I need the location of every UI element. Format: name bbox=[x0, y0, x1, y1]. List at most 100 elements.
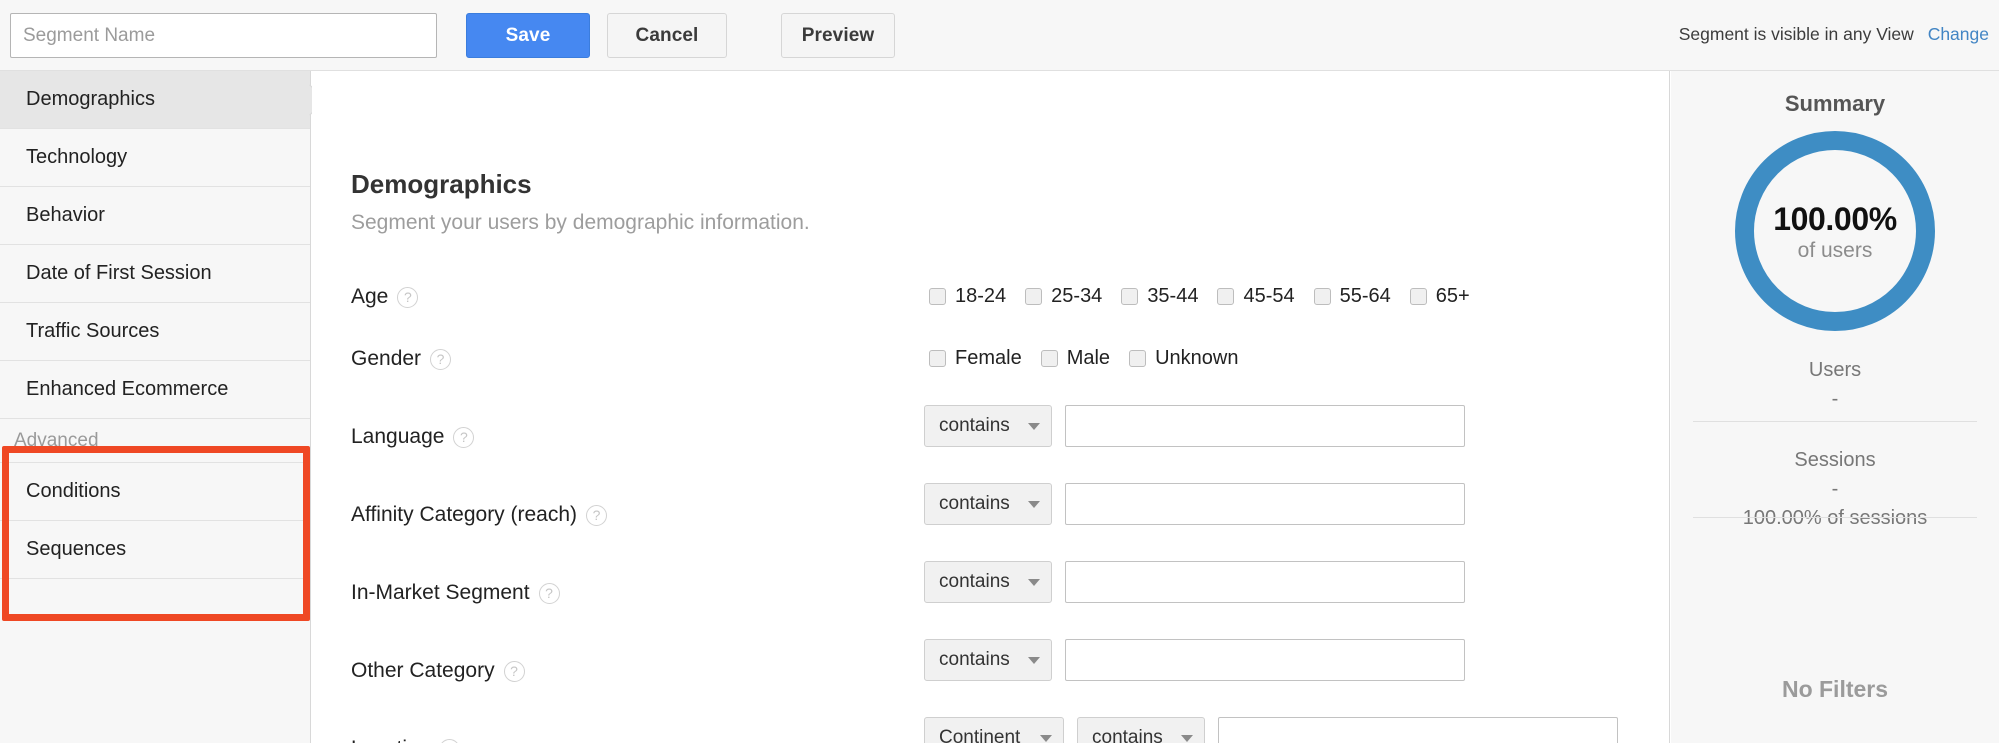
affinity-category-label: Affinity Category (reach) ? bbox=[351, 503, 607, 527]
gender-checkbox-group: Female Male Unknown bbox=[929, 347, 1257, 370]
sidebar-item-enhanced-ecommerce[interactable]: Enhanced Ecommerce bbox=[0, 361, 310, 419]
checkbox-icon[interactable] bbox=[929, 350, 946, 367]
no-filters-label: No Filters bbox=[1671, 676, 1999, 703]
sidebar-empty-space bbox=[0, 579, 310, 739]
visibility-label: Segment is visible in any View bbox=[1679, 24, 1914, 44]
sidebar-item-date-of-first-session[interactable]: Date of First Session bbox=[0, 245, 310, 303]
language-operator-select[interactable]: contains bbox=[924, 405, 1052, 447]
help-icon[interactable]: ? bbox=[504, 661, 525, 682]
age-option-45-54[interactable]: 45-54 bbox=[1217, 285, 1294, 308]
age-checkbox-group: 18-24 25-34 35-44 45-54 55-64 65+ bbox=[929, 285, 1489, 308]
cancel-button[interactable]: Cancel bbox=[607, 13, 727, 58]
checkbox-icon[interactable] bbox=[1410, 288, 1427, 305]
age-option-65-plus[interactable]: 65+ bbox=[1410, 285, 1470, 308]
users-metric: Users - bbox=[1685, 359, 1985, 411]
sidebar-item-sequences[interactable]: Sequences bbox=[0, 521, 310, 579]
other-category-label: Other Category ? bbox=[351, 659, 525, 683]
chevron-down-icon bbox=[1028, 657, 1040, 664]
summary-title: Summary bbox=[1671, 91, 1999, 117]
sessions-metric-percent: 100.00% of sessions bbox=[1685, 507, 1985, 530]
location-value-input[interactable] bbox=[1218, 717, 1618, 743]
sidebar-item-traffic-sources[interactable]: Traffic Sources bbox=[0, 303, 310, 361]
page-subtitle: Segment your users by demographic inform… bbox=[351, 211, 810, 235]
help-icon[interactable]: ? bbox=[430, 349, 451, 370]
segment-visibility-note: Segment is visible in any View Change bbox=[1679, 24, 1989, 45]
segment-category-sidebar: Demographics Technology Behavior Date of… bbox=[0, 71, 311, 743]
language-controls: contains bbox=[924, 405, 1465, 447]
in-market-segment-label: In-Market Segment ? bbox=[351, 581, 560, 605]
save-button[interactable]: Save bbox=[466, 13, 590, 58]
checkbox-icon[interactable] bbox=[1025, 288, 1042, 305]
gender-option-male[interactable]: Male bbox=[1041, 347, 1110, 370]
sidebar-item-behavior[interactable]: Behavior bbox=[0, 187, 310, 245]
gender-option-unknown[interactable]: Unknown bbox=[1129, 347, 1238, 370]
sidebar-item-label: Traffic Sources bbox=[26, 320, 159, 343]
sidebar-item-label: Demographics bbox=[26, 88, 155, 111]
sidebar-item-conditions[interactable]: Conditions bbox=[0, 463, 310, 521]
gender-option-female[interactable]: Female bbox=[929, 347, 1022, 370]
segment-name-input[interactable] bbox=[10, 13, 437, 58]
help-icon[interactable]: ? bbox=[539, 583, 560, 604]
segment-builder: Save Cancel Preview Segment is visible i… bbox=[0, 0, 1999, 743]
checkbox-icon[interactable] bbox=[1217, 288, 1234, 305]
location-operator-select[interactable]: contains bbox=[1077, 717, 1205, 743]
checkbox-icon[interactable] bbox=[1121, 288, 1138, 305]
checkbox-icon[interactable] bbox=[1041, 350, 1058, 367]
checkbox-icon[interactable] bbox=[929, 288, 946, 305]
sidebar-item-technology[interactable]: Technology bbox=[0, 129, 310, 187]
sidebar-item-label: Date of First Session bbox=[26, 262, 212, 285]
other-category-controls: contains bbox=[924, 639, 1465, 681]
summary-divider bbox=[1693, 421, 1977, 422]
checkbox-icon[interactable] bbox=[1129, 350, 1146, 367]
sidebar-item-label: Technology bbox=[26, 146, 127, 169]
sessions-metric-value: - bbox=[1685, 478, 1985, 501]
location-label: Location ? bbox=[351, 737, 460, 743]
chevron-down-icon bbox=[1028, 579, 1040, 586]
chevron-down-icon bbox=[1181, 735, 1193, 742]
users-donut-chart: 100.00% of users bbox=[1735, 131, 1935, 331]
top-toolbar: Save Cancel Preview Segment is visible i… bbox=[0, 0, 1999, 71]
in-market-value-input[interactable] bbox=[1065, 561, 1465, 603]
age-option-25-34[interactable]: 25-34 bbox=[1025, 285, 1102, 308]
language-label: Language ? bbox=[351, 425, 474, 449]
sidebar-item-label: Conditions bbox=[26, 480, 121, 503]
summary-divider bbox=[1693, 517, 1977, 518]
chevron-down-icon bbox=[1028, 423, 1040, 430]
help-icon[interactable]: ? bbox=[439, 739, 460, 743]
in-market-segment-controls: contains bbox=[924, 561, 1465, 603]
users-metric-value: - bbox=[1685, 388, 1985, 411]
location-controls: Continent contains bbox=[924, 717, 1618, 743]
age-option-35-44[interactable]: 35-44 bbox=[1121, 285, 1198, 308]
other-category-operator-select[interactable]: contains bbox=[924, 639, 1052, 681]
donut-caption: of users bbox=[1735, 239, 1935, 263]
sidebar-item-label: Sequences bbox=[26, 538, 126, 561]
in-market-operator-select[interactable]: contains bbox=[924, 561, 1052, 603]
change-visibility-link[interactable]: Change bbox=[1928, 24, 1989, 44]
affinity-value-input[interactable] bbox=[1065, 483, 1465, 525]
chevron-down-icon bbox=[1040, 735, 1052, 742]
other-category-value-input[interactable] bbox=[1065, 639, 1465, 681]
page-title: Demographics bbox=[351, 169, 532, 200]
gender-label: Gender ? bbox=[351, 347, 451, 371]
language-value-input[interactable] bbox=[1065, 405, 1465, 447]
age-option-55-64[interactable]: 55-64 bbox=[1314, 285, 1391, 308]
help-icon[interactable]: ? bbox=[397, 287, 418, 308]
donut-percent-value: 100.00% bbox=[1735, 201, 1935, 238]
sidebar-item-label: Enhanced Ecommerce bbox=[26, 378, 228, 401]
age-option-18-24[interactable]: 18-24 bbox=[929, 285, 1006, 308]
sessions-metric-label: Sessions bbox=[1685, 449, 1985, 472]
affinity-operator-select[interactable]: contains bbox=[924, 483, 1052, 525]
users-metric-label: Users bbox=[1685, 359, 1985, 382]
sidebar-group-advanced: Advanced bbox=[0, 419, 310, 463]
location-dimension-select[interactable]: Continent bbox=[924, 717, 1064, 743]
preview-button[interactable]: Preview bbox=[781, 13, 895, 58]
checkbox-icon[interactable] bbox=[1314, 288, 1331, 305]
affinity-category-controls: contains bbox=[924, 483, 1465, 525]
demographics-panel: Demographics Segment your users by demog… bbox=[312, 71, 1670, 743]
sidebar-item-demographics[interactable]: Demographics bbox=[0, 71, 310, 129]
help-icon[interactable]: ? bbox=[453, 427, 474, 448]
sidebar-item-label: Behavior bbox=[26, 204, 105, 227]
help-icon[interactable]: ? bbox=[586, 505, 607, 526]
age-label: Age ? bbox=[351, 285, 418, 309]
summary-panel: Summary 100.00% of users Users - Session… bbox=[1671, 71, 1999, 743]
